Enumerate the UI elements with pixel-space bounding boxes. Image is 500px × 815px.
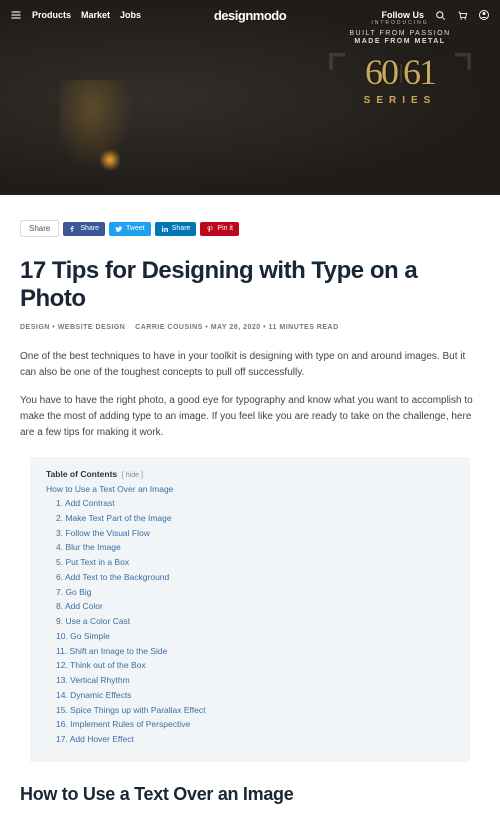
hero-badge: ⌜ ⌝ INTRODUCING BUILT FROM PASSION MADE … (330, 20, 470, 106)
toc-item-16[interactable]: 16. Implement Rules of Perspective (56, 718, 454, 731)
toc-item-8[interactable]: 8. Add Color (56, 600, 454, 613)
hero-number: 60 | 61 (330, 51, 470, 93)
menu-icon[interactable] (10, 9, 22, 21)
toc-item-2[interactable]: 2. Make Text Part of the Image (56, 512, 454, 525)
facebook-icon (69, 225, 77, 233)
meta-readtime: 11 MINUTES READ (269, 324, 339, 331)
nav-follow[interactable]: Follow Us (382, 10, 425, 20)
toc-item-11[interactable]: 11. Shift an Image to the Side (56, 645, 454, 658)
share-tw-label: Tweet (126, 225, 145, 232)
nav-products[interactable]: Products (32, 10, 71, 20)
toc-item-1[interactable]: 1. Add Contrast (56, 497, 454, 510)
toc-item-9[interactable]: 9. Use a Color Cast (56, 615, 454, 628)
twitter-icon (115, 225, 123, 233)
intro-p1: One of the best techniques to have in yo… (20, 349, 480, 381)
toc-item-6[interactable]: 6. Add Text to the Background (56, 571, 454, 584)
meta-date: MAY 28, 2020 (211, 324, 261, 331)
hero-spark (95, 150, 125, 170)
hero-sep: | (399, 61, 401, 84)
toc-title: Table of Contents (46, 469, 117, 479)
toc-items: 1. Add Contrast 2. Make Text Part of the … (46, 497, 454, 746)
account-icon[interactable] (478, 9, 490, 21)
meta-cat2[interactable]: WEBSITE DESIGN (58, 324, 126, 331)
hero-series: SERIES (330, 95, 470, 106)
toc-hide-toggle[interactable]: [ hide ] (122, 472, 143, 479)
share-linkedin[interactable]: Share (155, 222, 197, 236)
nav-left: Products Market Jobs (10, 9, 141, 21)
hero-tagline2: MADE FROM METAL (330, 38, 470, 45)
share-pinterest[interactable]: Pin it (200, 222, 239, 236)
toc-item-10[interactable]: 10. Go Simple (56, 630, 454, 643)
search-icon[interactable] (434, 9, 446, 21)
toc-item-3[interactable]: 3. Follow the Visual Flow (56, 527, 454, 540)
toc-item-12[interactable]: 12. Think out of the Box (56, 659, 454, 672)
toc-item-4[interactable]: 4. Blur the Image (56, 541, 454, 554)
article-meta: DESIGN • WEBSITE DESIGN CARRIE COUSINS •… (20, 324, 480, 331)
toc-item-13[interactable]: 13. Vertical Rhythm (56, 674, 454, 687)
article-content: Share Share Tweet Share Pin it 17 Tips f… (0, 195, 500, 815)
share-fb-label: Share (80, 225, 99, 232)
linkedin-icon (161, 225, 169, 233)
bracket-tr: ⌝ (452, 45, 475, 103)
section-heading: How to Use a Text Over an Image (20, 784, 480, 805)
meta-author[interactable]: CARRIE COUSINS (135, 324, 203, 331)
toc-header: Table of Contents [ hide ] (46, 469, 454, 479)
cart-icon[interactable] (456, 9, 468, 21)
share-row: Share Share Tweet Share Pin it (20, 220, 480, 237)
share-label: Share (20, 220, 59, 237)
bracket-tl: ⌜ (325, 45, 348, 103)
nav-jobs[interactable]: Jobs (120, 10, 141, 20)
article-title: 17 Tips for Designing with Type on a Pho… (20, 257, 480, 312)
toc-item-14[interactable]: 14. Dynamic Effects (56, 689, 454, 702)
meta-cat1[interactable]: DESIGN (20, 324, 50, 331)
logo[interactable]: designmodo (214, 8, 286, 23)
toc-item-5[interactable]: 5. Put Text in a Box (56, 556, 454, 569)
top-nav: Products Market Jobs designmodo Follow U… (0, 0, 500, 30)
hero-tagline1: BUILT FROM PASSION (330, 30, 470, 37)
share-facebook[interactable]: Share (63, 222, 105, 236)
toc-item-15[interactable]: 15. Spice Things up with Parallax Effect (56, 704, 454, 717)
toc-item-17[interactable]: 17. Add Hover Effect (56, 733, 454, 746)
share-li-label: Share (172, 225, 191, 232)
toc-section[interactable]: How to Use a Text Over an Image (46, 484, 454, 494)
share-twitter[interactable]: Tweet (109, 222, 151, 236)
table-of-contents: Table of Contents [ hide ] How to Use a … (30, 457, 470, 762)
hero-num2: 61 (403, 51, 435, 93)
share-pi-label: Pin it (217, 225, 233, 232)
toc-item-7[interactable]: 7. Go Big (56, 586, 454, 599)
hero-num1: 60 (365, 51, 397, 93)
nav-market[interactable]: Market (81, 10, 110, 20)
nav-right: Follow Us (382, 9, 491, 21)
pinterest-icon (206, 225, 214, 233)
intro-p2: You have to have the right photo, a good… (20, 393, 480, 441)
